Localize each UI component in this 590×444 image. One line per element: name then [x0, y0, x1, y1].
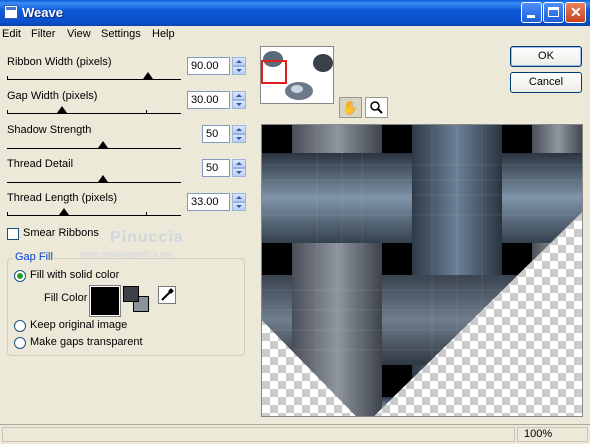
slider-thumb[interactable]: [98, 175, 108, 182]
shadow-strength-spinner[interactable]: [232, 125, 246, 143]
fill-solid-radio[interactable]: [14, 270, 26, 282]
zoom-magnifier-icon: [370, 101, 383, 114]
thread-length-slider[interactable]: [7, 208, 181, 216]
minimize-icon: [527, 15, 535, 18]
close-icon: ✕: [570, 4, 582, 20]
fill-solid-label: Fill with solid color: [30, 269, 120, 281]
gap-width-slider[interactable]: [7, 106, 181, 114]
slider-thumb[interactable]: [143, 72, 153, 79]
slider-tick: [146, 212, 147, 215]
window-title: Weave: [22, 5, 63, 20]
keep-original-radio[interactable]: [14, 320, 26, 332]
slider-tick: [7, 76, 8, 79]
smear-ribbons-checkbox[interactable]: [7, 228, 19, 240]
thread-detail-spinner[interactable]: [232, 159, 246, 177]
watermark-name: Pinuccia: [110, 229, 184, 246]
shadow-strength-slider[interactable]: [7, 141, 181, 149]
smear-ribbons-label: Smear Ribbons: [23, 227, 99, 239]
thread-detail-label: Thread Detail: [7, 158, 74, 170]
fill-color-swatch[interactable]: [89, 285, 121, 317]
fill-color-label: Fill Color: [44, 292, 88, 304]
zoom-level: 100%: [524, 428, 553, 440]
make-transparent-label: Make gaps transparent: [30, 336, 143, 348]
slider-thumb[interactable]: [57, 106, 67, 113]
keep-original-label: Keep original image: [30, 319, 128, 331]
gap-width-label: Gap Width (pixels): [7, 90, 98, 102]
eyedropper-icon: [161, 288, 174, 301]
thread-length-input[interactable]: 33.00: [187, 193, 230, 211]
status-cell-main: [2, 427, 515, 442]
close-button[interactable]: ✕: [565, 2, 586, 23]
weave-dialog: Weave ✕ Edit Filter View Settings Help R…: [0, 0, 590, 443]
menu-bar: Edit Filter View Settings Help: [0, 26, 590, 44]
title-bar[interactable]: Weave ✕: [0, 0, 590, 26]
foreground-color-swatch[interactable]: [123, 286, 139, 302]
zoom-tool-button[interactable]: [365, 97, 388, 118]
maximize-button[interactable]: [543, 2, 564, 23]
ribbon-width-spinner[interactable]: [232, 57, 246, 75]
slider-tick: [7, 110, 8, 113]
slider-thumb[interactable]: [98, 141, 108, 148]
slider-tick: [146, 110, 147, 113]
app-icon: [4, 5, 18, 19]
gap-width-spinner[interactable]: [232, 91, 246, 109]
thread-length-spinner[interactable]: [232, 193, 246, 211]
eyedropper-button[interactable]: [158, 286, 176, 304]
pan-tool-button[interactable]: ✋: [339, 97, 362, 118]
make-transparent-radio[interactable]: [14, 337, 26, 349]
menu-view[interactable]: View: [67, 28, 91, 40]
cancel-button[interactable]: Cancel: [510, 72, 582, 93]
minimize-button[interactable]: [521, 2, 542, 23]
thread-detail-slider[interactable]: [7, 175, 181, 183]
status-bar: 100%: [0, 424, 590, 444]
gap-fill-title: Gap Fill: [13, 251, 55, 263]
shadow-strength-input[interactable]: 50: [202, 125, 230, 143]
slider-tick: [7, 212, 8, 215]
ok-button[interactable]: OK: [510, 46, 582, 67]
menu-filter[interactable]: Filter: [31, 28, 55, 40]
thread-detail-input[interactable]: 50: [202, 159, 230, 177]
thumbnail-image: [261, 47, 333, 103]
thread-length-label: Thread Length (pixels): [7, 192, 118, 204]
weave-preview-image: [262, 125, 582, 416]
hand-pan-icon: ✋: [342, 100, 359, 115]
preview-canvas[interactable]: [261, 124, 583, 417]
slider-thumb[interactable]: [59, 208, 69, 215]
thumbnail-navigator[interactable]: [260, 46, 334, 104]
ribbon-width-input[interactable]: 90.00: [187, 57, 230, 75]
menu-help[interactable]: Help: [152, 28, 175, 40]
ribbon-width-label: Ribbon Width (pixels): [7, 56, 112, 68]
gap-width-input[interactable]: 30.00: [187, 91, 230, 109]
menu-settings[interactable]: Settings: [101, 28, 141, 40]
shadow-strength-label: Shadow Strength: [7, 124, 92, 136]
ribbon-width-slider[interactable]: [7, 72, 181, 80]
maximize-icon: [548, 7, 559, 17]
menu-edit[interactable]: Edit: [2, 28, 21, 40]
